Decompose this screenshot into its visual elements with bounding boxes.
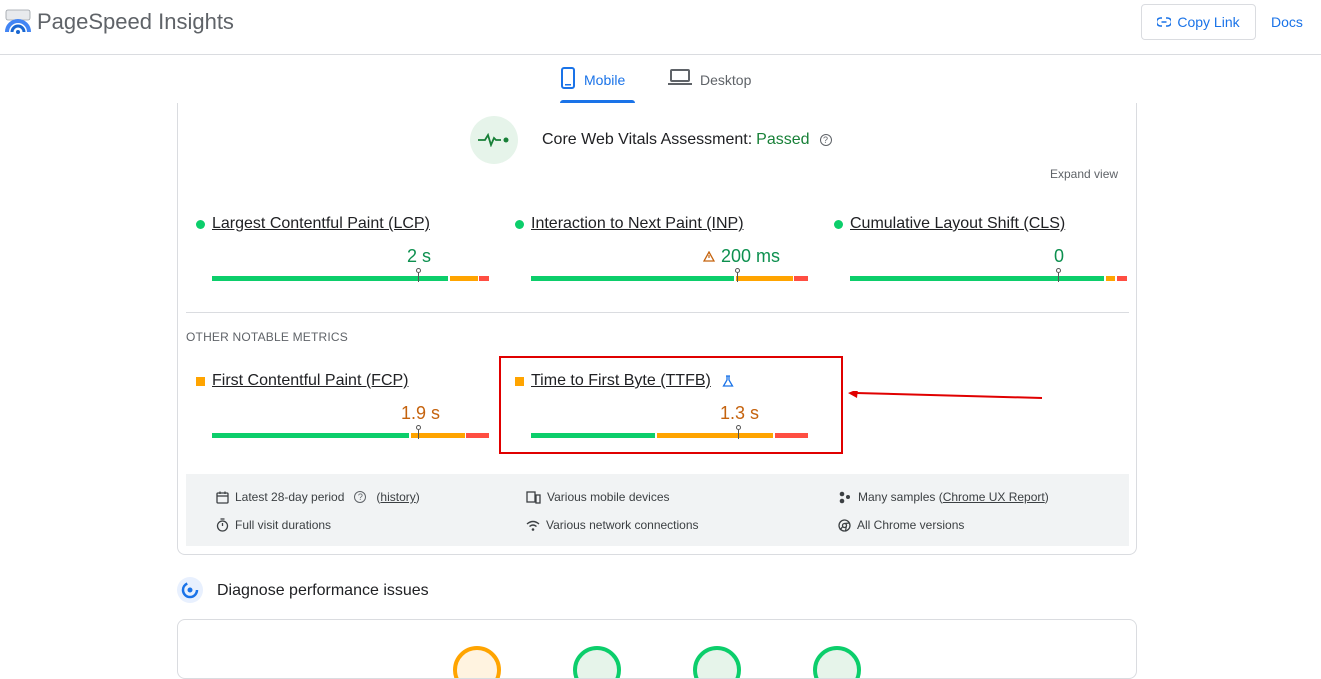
poor-segment <box>1117 276 1127 281</box>
best-practices-score-gauge[interactable] <box>693 646 741 678</box>
samples-suffix: ) <box>1044 490 1049 504</box>
core-web-vitals-card: Core Web Vitals Assessment: Passed ? Exp… <box>177 103 1137 555</box>
poor-segment <box>479 276 489 281</box>
accessibility-score-gauge[interactable] <box>573 646 621 678</box>
chrome-ux-report-link[interactable]: Chrome UX Report <box>943 490 1045 504</box>
warning-icon <box>703 251 715 262</box>
tab-mobile-label: Mobile <box>584 72 626 88</box>
durations-label: Full visit durations <box>235 518 332 532</box>
period-label: Latest 28-day period <box>235 490 345 504</box>
ttfb-highlight-box <box>499 356 843 454</box>
calendar-icon <box>216 491 229 504</box>
metric-fcp-distribution-bar <box>212 425 489 439</box>
p75-marker <box>416 268 421 282</box>
app-title: PageSpeed Insights <box>37 9 234 34</box>
good-segment <box>850 276 1104 281</box>
metric-fcp-link[interactable]: First Contentful Paint (FCP) <box>212 372 409 390</box>
samples-info: Many samples (Chrome UX Report) <box>838 490 1049 504</box>
metric-cls-value: 0 <box>1054 246 1065 266</box>
docs-link[interactable]: Docs <box>1271 14 1303 30</box>
cwv-assessment: Core Web Vitals Assessment: Passed ? <box>542 131 832 149</box>
tab-mobile[interactable]: Mobile <box>560 67 635 103</box>
tab-desktop[interactable]: Desktop <box>668 67 763 103</box>
performance-score-gauge[interactable] <box>453 646 501 678</box>
period-info: Latest 28-day period ? (history) <box>216 490 420 504</box>
chrome-label: All Chrome versions <box>857 518 965 532</box>
field-data-info: Latest 28-day period ? (history) Full vi… <box>186 474 1129 546</box>
diagnose-card <box>177 619 1137 679</box>
help-icon[interactable]: ? <box>354 491 367 503</box>
devices-label: Various mobile devices <box>547 490 670 504</box>
timer-icon <box>216 518 229 532</box>
metric-cls-link[interactable]: Cumulative Layout Shift (CLS) <box>850 215 1065 233</box>
phone-icon <box>561 67 575 89</box>
average-segment <box>1106 276 1115 281</box>
network-info: Various network connections <box>526 518 699 532</box>
good-segment <box>212 276 420 281</box>
other-metrics-heading: OTHER NOTABLE METRICS <box>186 330 348 344</box>
cwv-assessment-label: Core Web Vitals Assessment: <box>542 131 753 148</box>
chrome-icon <box>838 518 851 532</box>
p75-marker <box>416 425 421 439</box>
metric-lcp: Largest Contentful Paint (LCP) 2 s <box>196 215 496 295</box>
laptop-icon <box>668 69 692 85</box>
average-segment <box>450 276 478 281</box>
poor-segment <box>466 433 489 438</box>
cwv-assessment-status: Passed <box>756 131 810 148</box>
tab-desktop-label: Desktop <box>700 72 752 88</box>
metric-lcp-distribution-bar <box>212 268 489 282</box>
metric-fcp: First Contentful Paint (FCP) 1.9 s <box>196 372 496 452</box>
chrome-info: All Chrome versions <box>838 518 964 532</box>
devices-icon <box>526 490 541 504</box>
top-bar: PageSpeed Insights Copy Link Docs <box>0 0 1321 55</box>
good-segment <box>212 433 409 438</box>
link-icon <box>1157 17 1172 27</box>
copy-link-button[interactable]: Copy Link <box>1141 4 1256 40</box>
metric-inp-title: Interaction to Next Paint (INP) <box>515 215 744 233</box>
good-status-icon <box>196 219 205 229</box>
metric-fcp-value: 1.9 s <box>401 403 441 423</box>
wifi-icon <box>526 520 540 531</box>
device-tabs: Mobile Desktop <box>0 55 1321 103</box>
average-segment <box>411 433 465 438</box>
pagespeed-logo <box>5 9 31 34</box>
good-status-icon <box>515 219 524 229</box>
history-link[interactable]: history <box>380 490 415 504</box>
metric-fcp-title: First Contentful Paint (FCP) <box>196 372 409 390</box>
metric-lcp-value: 2 s <box>407 246 432 266</box>
durations-info: Full visit durations <box>216 518 331 532</box>
diagnose-speed-icon <box>177 577 203 603</box>
expand-view-link[interactable]: Expand view <box>1050 167 1118 181</box>
metric-inp-link[interactable]: Interaction to Next Paint (INP) <box>531 215 744 233</box>
section-divider <box>186 312 1129 313</box>
samples-label: Many samples ( <box>858 490 943 504</box>
diagnose-title: Diagnose performance issues <box>217 582 429 599</box>
metric-cls-title: Cumulative Layout Shift (CLS) <box>834 215 1065 233</box>
metric-inp-distribution-bar <box>531 268 808 282</box>
devices-info: Various mobile devices <box>526 490 670 504</box>
help-icon[interactable]: ? <box>819 134 832 146</box>
metric-lcp-title: Largest Contentful Paint (LCP) <box>196 215 430 233</box>
good-segment <box>420 276 448 281</box>
copy-link-label: Copy Link <box>1177 14 1240 30</box>
metric-cls: Cumulative Layout Shift (CLS) 0 <box>834 215 1134 295</box>
users-icon <box>839 491 850 503</box>
average-segment <box>736 276 793 281</box>
vitals-pulse-icon <box>470 116 518 164</box>
metric-inp: Interaction to Next Paint (INP) 200 ms <box>515 215 815 295</box>
network-label: Various network connections <box>546 518 699 532</box>
good-status-icon <box>834 219 843 229</box>
poor-segment <box>794 276 808 281</box>
p75-marker <box>1056 268 1061 282</box>
metric-lcp-link[interactable]: Largest Contentful Paint (LCP) <box>212 215 430 233</box>
metric-cls-distribution-bar <box>850 268 1127 282</box>
p75-marker <box>735 268 740 282</box>
average-status-icon <box>196 376 205 386</box>
seo-score-gauge[interactable] <box>813 646 861 678</box>
good-segment <box>531 276 734 281</box>
annotation-arrow-icon <box>848 391 1043 399</box>
metric-inp-value: 200 ms <box>721 246 781 266</box>
